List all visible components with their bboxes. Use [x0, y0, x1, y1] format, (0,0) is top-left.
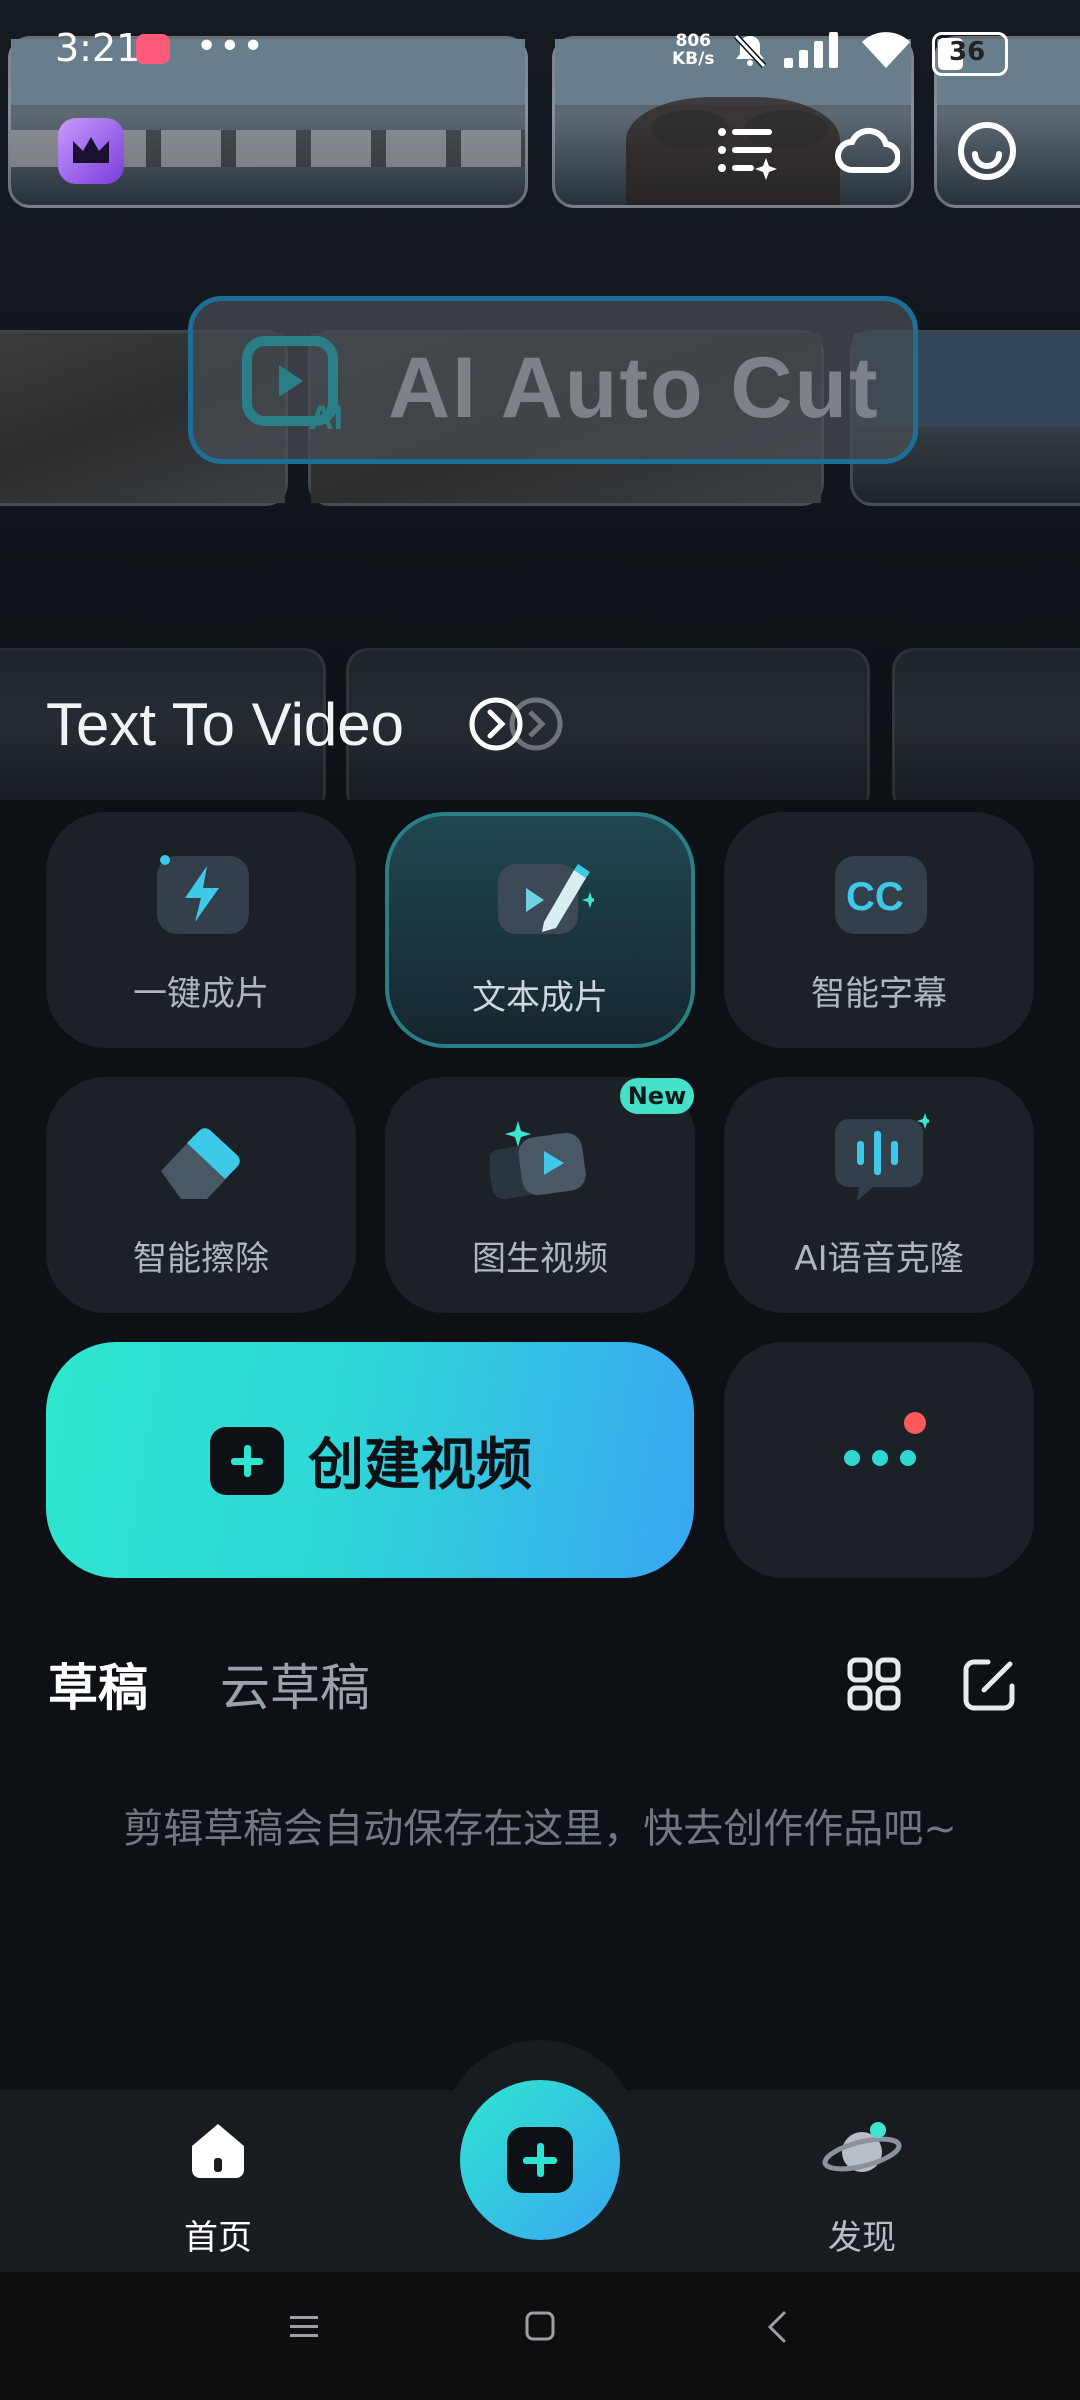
center-create-fab[interactable] — [460, 2080, 620, 2240]
tool-label: 智能字幕 — [811, 974, 947, 1014]
network-speed-unit: KB/s — [672, 49, 715, 69]
drafts-empty-message: 剪辑草稿会自动保存在这里，快去创作作品吧~ — [123, 1806, 957, 1852]
notification-dot — [904, 1412, 926, 1434]
arrow-circle-icon[interactable] — [466, 694, 576, 754]
plus-icon — [507, 2127, 573, 2193]
create-video-label: 创建视频 — [308, 1433, 532, 1498]
wifi-icon — [862, 32, 910, 68]
tool-one-click-video[interactable]: 一键成片 — [46, 812, 356, 1048]
tool-smart-erase[interactable]: 智能擦除 — [46, 1077, 356, 1313]
tool-label: 智能擦除 — [133, 1239, 269, 1279]
tool-label: 文本成片 — [472, 978, 608, 1018]
svg-text:AI: AI — [309, 399, 343, 433]
tool-label: 图生视频 — [472, 1239, 608, 1279]
edit-icon[interactable] — [962, 1656, 1018, 1712]
cc-subtitle-icon: CC — [835, 856, 927, 934]
text-to-video-link[interactable]: Text To Video — [46, 690, 404, 759]
create-video-button[interactable]: 创建视频 — [46, 1342, 694, 1578]
system-navigation-bar — [0, 2272, 1080, 2400]
signal-strength-icon — [784, 32, 838, 68]
home-square-icon[interactable] — [524, 2310, 556, 2342]
mute-bell-icon — [733, 33, 767, 69]
tab-drafts[interactable]: 草稿 — [48, 1648, 148, 1720]
network-speed: 806 KB/s — [672, 32, 714, 68]
tool-ai-voice-clone[interactable]: AI语音克隆 — [724, 1077, 1034, 1313]
more-tools-button[interactable] — [724, 1342, 1034, 1578]
notification-app-icon — [136, 34, 170, 64]
planet-icon — [822, 2122, 902, 2172]
nav-discover[interactable]: 发现 — [762, 2110, 962, 2258]
tab-cloud-drafts[interactable]: 云草稿 — [220, 1648, 370, 1720]
svg-text:CC: CC — [846, 875, 904, 919]
profile-smiley-icon[interactable] — [954, 118, 1020, 184]
tool-smart-subtitles[interactable]: CC 智能字幕 — [724, 812, 1034, 1048]
eraser-icon — [161, 1128, 240, 1199]
voice-clone-icon — [835, 1113, 929, 1201]
more-notifications-icon: ••• — [196, 26, 266, 67]
collage-thumbnail — [346, 648, 870, 800]
crown-icon — [73, 137, 109, 163]
cloud-icon[interactable] — [834, 118, 900, 184]
battery-level: 36 — [949, 37, 986, 67]
nav-discover-label: 发现 — [828, 2218, 896, 2258]
new-badge: New — [620, 1078, 694, 1114]
task-list-icon[interactable] — [714, 118, 780, 184]
collage-thumbnail — [892, 648, 1080, 800]
nav-home-label: 首页 — [184, 2218, 252, 2258]
ai-video-icon: AI — [242, 336, 343, 433]
status-bar: 3:21 ••• 806 KB/s 36 — [0, 0, 1080, 100]
menu-icon[interactable] — [288, 2312, 320, 2342]
status-time: 3:21 — [55, 26, 141, 70]
text-to-video-pen-icon — [498, 864, 594, 934]
grid-view-icon[interactable] — [846, 1656, 902, 1712]
plus-icon — [210, 1427, 284, 1495]
image-to-video-icon — [490, 1121, 586, 1200]
banner-title: AI Auto Cut — [388, 340, 880, 436]
ai-auto-cut-banner[interactable]: AI AI Auto Cut — [188, 296, 918, 464]
tool-text-to-video[interactable]: 文本成片 — [385, 812, 695, 1048]
lightning-icon — [157, 855, 249, 934]
nav-home[interactable]: 首页 — [118, 2110, 318, 2258]
home-icon — [192, 2124, 244, 2178]
tool-label: 一键成片 — [133, 974, 269, 1014]
network-speed-value: 806 — [675, 31, 711, 51]
back-icon[interactable] — [762, 2310, 792, 2344]
battery-indicator: 36 — [932, 32, 1008, 76]
vip-crown-button[interactable] — [58, 118, 124, 184]
tool-label: AI语音克隆 — [794, 1239, 964, 1279]
